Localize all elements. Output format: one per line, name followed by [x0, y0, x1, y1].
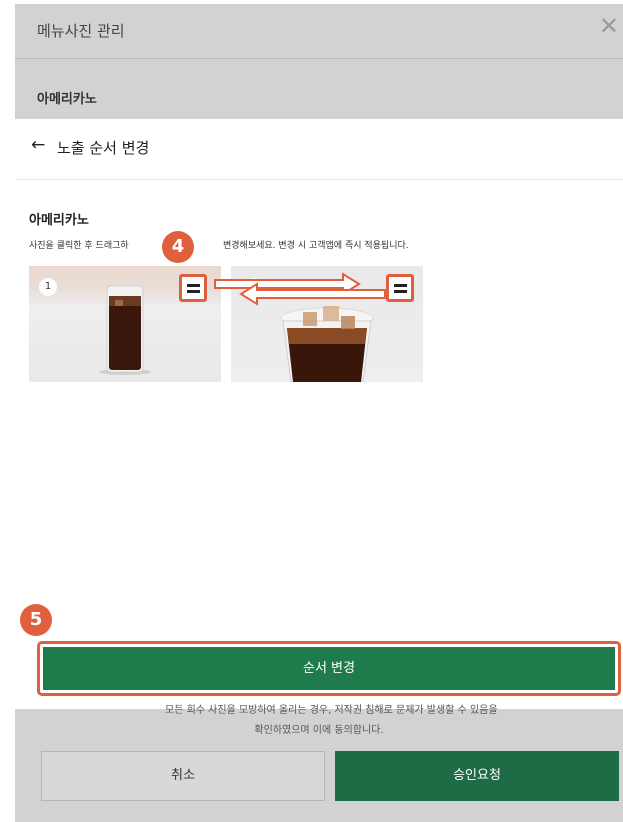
menu-name-label: 아메리카노 — [37, 92, 97, 107]
menu-photo-1[interactable]: 1 — [29, 266, 221, 382]
section-title: 아메리카노 — [29, 213, 89, 228]
copyright-notice-line1: 모든 회수 사진을 모방하여 올리는 경우, 저작권 침해로 문제가 발생할 수… — [165, 705, 498, 716]
cancel-button[interactable]: 취소 — [41, 751, 325, 801]
order-change-highlight: 순서 변경 — [37, 641, 621, 696]
modal-frame: 메뉴사진 관리 ✕ 아메리카노 ← 노출 순서 변경 아메리카노 사진을 클릭한… — [15, 4, 623, 822]
photo-1-order-number: 1 — [39, 278, 57, 296]
arrow-left-icon[interactable]: ← — [31, 135, 45, 155]
step-4-badge: 4 — [162, 231, 194, 263]
instruction-text-start: 사진을 클릭한 후 드래그하 — [29, 241, 129, 251]
panel-header: ← 노출 순서 변경 — [15, 119, 623, 180]
modal-title: 메뉴사진 관리 — [37, 22, 125, 40]
close-icon[interactable]: ✕ — [599, 14, 619, 38]
drag-handle-icon[interactable] — [179, 274, 207, 302]
panel-title: 노출 순서 변경 — [57, 139, 150, 157]
modal-header: 메뉴사진 관리 ✕ — [15, 4, 623, 59]
step-5-badge: 5 — [20, 604, 52, 636]
swap-arrows-icon — [214, 272, 386, 306]
approval-request-button[interactable]: 승인요청 — [335, 751, 619, 801]
reorder-panel: ← 노출 순서 변경 아메리카노 사진을 클릭한 후 드래그하 변경해보세요. … — [15, 119, 623, 709]
order-change-button[interactable]: 순서 변경 — [43, 647, 615, 690]
instruction-text-end: 변경해보세요. 변경 시 고객앱에 즉시 적용됩니다. — [223, 241, 409, 251]
copyright-notice-line2: 확인하였으며 이에 동의합니다. — [254, 725, 384, 736]
